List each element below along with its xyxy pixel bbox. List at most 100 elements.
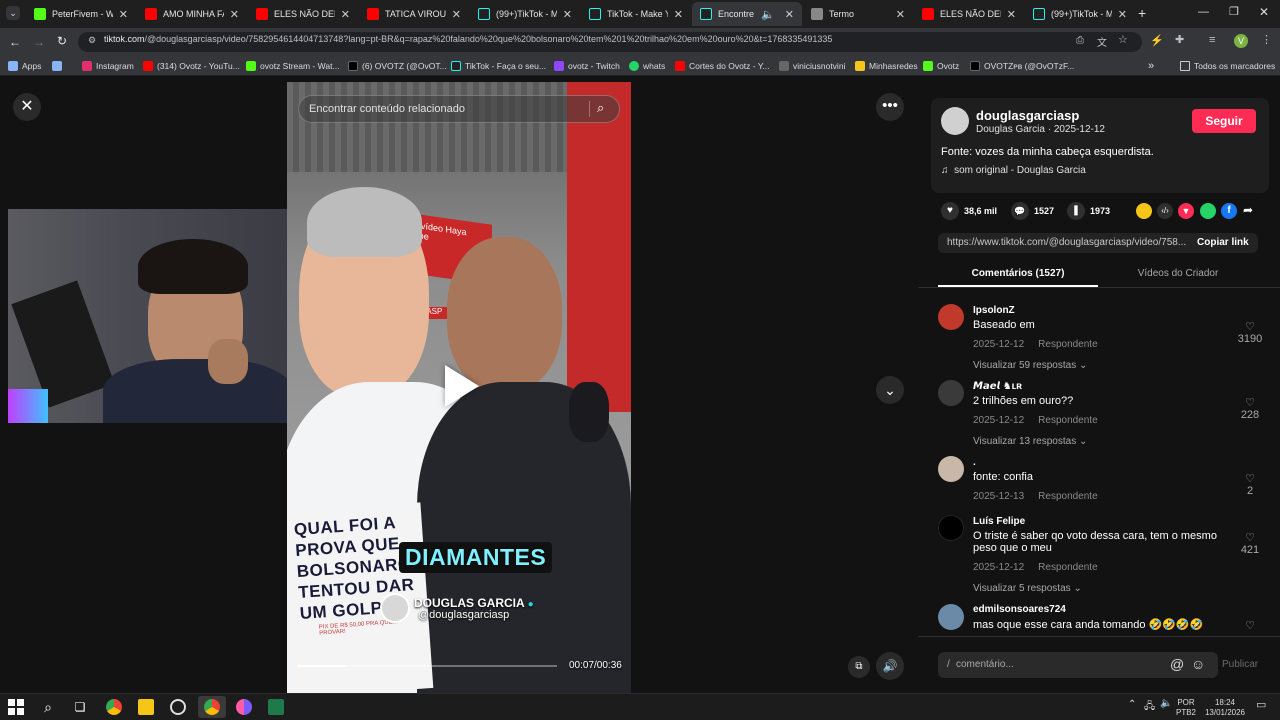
forward-icon[interactable]: →: [33, 35, 45, 49]
site-info-icon[interactable]: ⚙: [88, 35, 96, 46]
translate-icon[interactable]: 文: [1097, 34, 1107, 49]
file-explorer-icon[interactable]: [138, 699, 154, 715]
next-video-button[interactable]: ⌄: [876, 376, 904, 404]
reply-button[interactable]: Respondente: [1038, 415, 1098, 426]
bookmark-x[interactable]: (6) OVOTZ (@OvOT...: [348, 59, 447, 73]
bookmark-minhasredes[interactable]: Minhasredes: [855, 59, 918, 73]
comment-input[interactable]: / comentário... @ ☺: [938, 652, 1218, 678]
app-icon[interactable]: [236, 699, 252, 715]
tab-2[interactable]: AMO MINHA FAV✕: [137, 2, 247, 26]
follow-button[interactable]: Seguir: [1192, 109, 1256, 133]
comment-like[interactable]: ♡ 228: [1237, 396, 1263, 421]
reload-icon[interactable]: ↻: [57, 34, 67, 48]
emoji-icon[interactable]: ☺: [1191, 656, 1205, 672]
comment-like[interactable]: ♡: [1237, 619, 1263, 632]
windows-start-icon[interactable]: [8, 699, 24, 715]
comment-avatar[interactable]: [938, 380, 964, 406]
bookmark-youtube[interactable]: (314) Ovotz - YouTu...: [143, 59, 240, 73]
close-tab-icon[interactable]: ✕: [230, 8, 239, 21]
chrome-icon[interactable]: [106, 699, 122, 715]
comment-like[interactable]: ♡ 421: [1237, 531, 1263, 556]
tray-expand-icon[interactable]: ⌃: [1128, 699, 1136, 710]
comment-avatar[interactable]: [938, 604, 964, 630]
bookmark-apps[interactable]: Apps: [8, 59, 41, 73]
comment-author[interactable]: .: [973, 457, 1280, 468]
view-replies-button[interactable]: Visualizar 59 respostas ⌄: [973, 360, 1280, 371]
clock[interactable]: 18:24 13/01/2026: [1200, 698, 1250, 718]
mention-icon[interactable]: @: [1170, 656, 1184, 672]
url-text[interactable]: tiktok.com/@douglasgarciasp/video/758295…: [104, 34, 832, 44]
close-tab-icon[interactable]: ✕: [1118, 8, 1127, 21]
close-tab-icon[interactable]: ✕: [563, 8, 572, 21]
bookmark-instagram[interactable]: Instagram: [82, 59, 134, 73]
tab-comments[interactable]: Comentários (1527): [938, 268, 1098, 279]
more-bookmarks-icon[interactable]: »: [1148, 59, 1154, 73]
close-player-button[interactable]: ✕: [13, 93, 41, 121]
app-green-icon[interactable]: [268, 699, 284, 715]
reply-button[interactable]: Respondente: [1038, 339, 1098, 350]
copy-link-button[interactable]: Copiar link: [1197, 237, 1249, 248]
close-tab-icon[interactable]: ✕: [674, 8, 683, 21]
language-indicator[interactable]: POR PTB2: [1174, 698, 1198, 718]
close-tab-icon[interactable]: ✕: [896, 8, 905, 21]
tab-10[interactable]: (99+)TikTok - Ma ✕: [1025, 2, 1135, 26]
mini-player-button[interactable]: ⧉: [848, 656, 870, 678]
new-tab-icon[interactable]: +: [1138, 5, 1146, 21]
tab-creator-videos[interactable]: Vídeos do Criador: [1098, 268, 1258, 279]
comment-like[interactable]: ♡ 2: [1237, 472, 1263, 497]
close-tab-icon[interactable]: ✕: [1007, 8, 1016, 21]
music-row[interactable]: ♫ som original - Douglas Garcia: [941, 165, 1086, 176]
video-link[interactable]: https://www.tiktok.com/@douglasgarciasp/…: [947, 237, 1187, 248]
comment-author[interactable]: Luís Felipe: [973, 516, 1223, 527]
comment-avatar[interactable]: [938, 304, 964, 330]
comment-author[interactable]: 𝙈𝙖𝙚𝙡 ♞ʟʀ: [973, 381, 1280, 392]
reply-button[interactable]: Respondente: [1038, 562, 1098, 573]
like-button[interactable]: ♥: [941, 202, 959, 220]
back-icon[interactable]: ←: [9, 35, 21, 49]
restore-icon[interactable]: ❐: [1229, 5, 1239, 18]
facebook-share-icon[interactable]: f: [1221, 203, 1237, 219]
tab-6[interactable]: TikTok - Make Yo✕: [581, 2, 691, 26]
related-search-input[interactable]: Encontrar conteúdo relacionado ⌕: [298, 95, 620, 123]
bookmark-kick[interactable]: ovotz Stream - Wat...: [246, 59, 340, 73]
post-comment-button[interactable]: Publicar: [1222, 659, 1258, 670]
progress-track[interactable]: [297, 665, 557, 667]
tab-4[interactable]: TATICA VIROU EX✕: [359, 2, 469, 26]
close-tab-icon[interactable]: ✕: [452, 8, 461, 21]
comment-avatar[interactable]: [938, 515, 964, 541]
send-icon[interactable]: ▼: [1178, 203, 1194, 219]
bookmark-grid[interactable]: [52, 59, 66, 73]
whatsapp-share-icon[interactable]: [1200, 203, 1216, 219]
network-icon[interactable]: 🖧: [1144, 699, 1155, 716]
install-app-icon[interactable]: ⎙: [1076, 35, 1084, 46]
tab-3[interactable]: ELES NÃO DERAM✕: [248, 2, 358, 26]
volume-tray-icon[interactable]: 🔈: [1160, 698, 1172, 709]
bookmark-ovotz-x[interactable]: OVOTZᴘʙ (@OvOTzF...: [970, 59, 1074, 73]
more-options-button[interactable]: •••: [876, 93, 904, 121]
volume-button[interactable]: 🔊: [876, 652, 904, 680]
search-icon[interactable]: ⌕: [597, 100, 604, 116]
comment-button[interactable]: 💬: [1011, 202, 1029, 220]
bookmark-star-icon[interactable]: ☆: [1118, 33, 1128, 46]
tab-5[interactable]: (99+)TikTok - Ma ✕: [470, 2, 580, 26]
tab-7-active[interactable]: Encontre 'rapa🔈✕: [692, 2, 802, 26]
share-gold-icon[interactable]: [1136, 203, 1152, 219]
author-username[interactable]: douglasgarciasp: [976, 108, 1079, 123]
tab-9[interactable]: ELES NÃO DERAM✕: [914, 2, 1024, 26]
reading-list-icon[interactable]: ≡: [1209, 34, 1215, 46]
bookmark-ovotz[interactable]: Ovotz: [923, 59, 959, 73]
obs-icon[interactable]: [170, 699, 186, 715]
extension-icon[interactable]: ⚡: [1150, 34, 1164, 47]
bookmark-all[interactable]: Todos os marcadores: [1180, 59, 1275, 73]
view-replies-button[interactable]: Visualizar 5 respostas ⌄: [973, 583, 1223, 594]
close-tab-icon[interactable]: ✕: [785, 8, 794, 21]
comment-avatar[interactable]: [938, 456, 964, 482]
share-arrow-icon[interactable]: ➦: [1243, 203, 1253, 217]
bookmark-cortes[interactable]: Cortes do Ovotz - Y...: [675, 59, 769, 73]
search-icon[interactable]: ⌕: [40, 699, 56, 715]
bookmark-twitch[interactable]: ovotz - Twitch: [554, 59, 620, 73]
close-tab-icon[interactable]: ✕: [341, 8, 350, 21]
author-avatar[interactable]: [941, 107, 969, 135]
minimize-icon[interactable]: —: [1198, 6, 1209, 18]
save-button[interactable]: ❚: [1067, 202, 1085, 220]
